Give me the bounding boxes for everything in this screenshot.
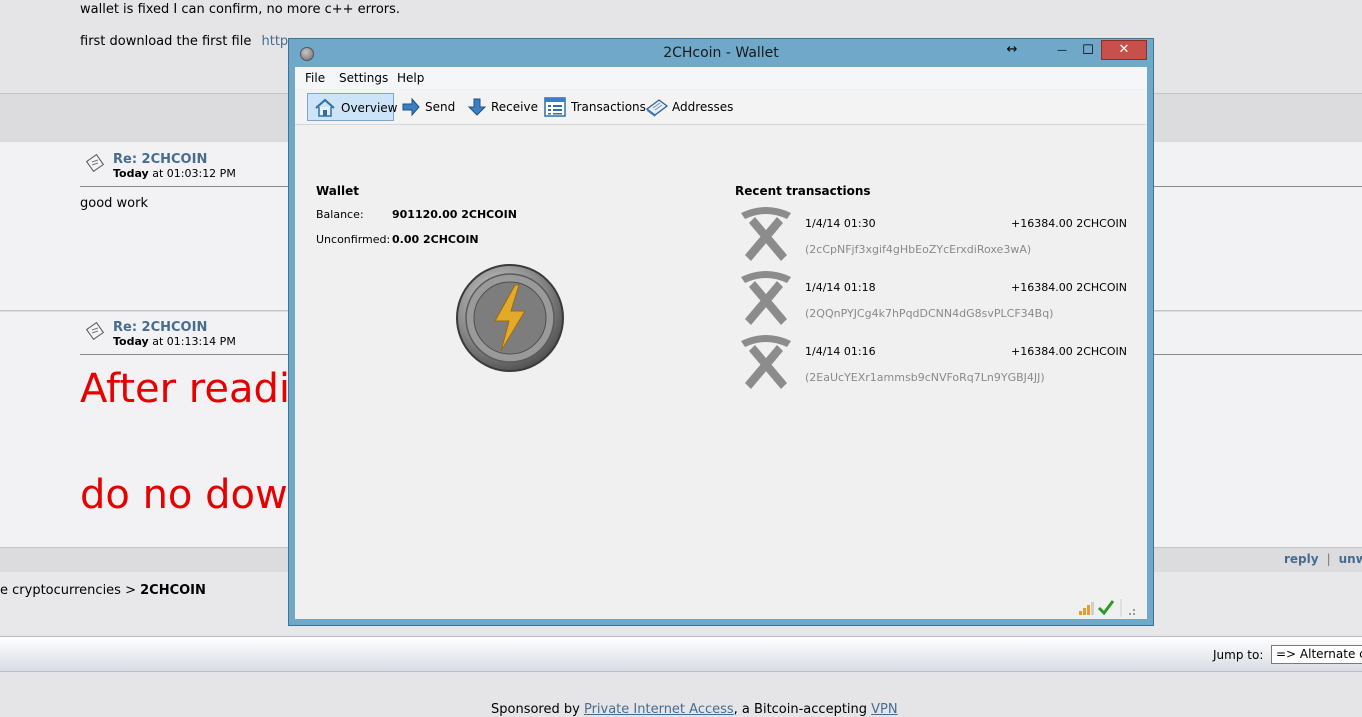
download-link[interactable]: http [261, 34, 288, 49]
post-text: wallet is fixed I can confirm, no more c… [80, 2, 401, 17]
window-client: File Settings Help Overview Send Receive… [295, 67, 1147, 619]
post-date: Today at 01:03:12 PM [113, 167, 236, 180]
post-body: good work [80, 196, 149, 211]
post-actions: reply | unw [1284, 552, 1362, 566]
post-title[interactable]: Re: 2CHCOIN [113, 320, 207, 335]
post-text-lead: first download the first file [80, 34, 252, 49]
balance-label: Balance: [316, 208, 364, 221]
menu-file[interactable]: File [305, 71, 325, 85]
status-icons [1079, 599, 1135, 617]
transaction-date: 1/4/14 01:16 [805, 345, 876, 358]
maximize-button[interactable]: ☐ [1075, 41, 1101, 61]
transaction-address: (2EaUcYEXr1ammsb9cNVFoRq7Ln9YGBJ4JJ) [805, 371, 1045, 384]
mined-pickaxe-icon [741, 207, 791, 261]
transaction-row[interactable]: 1/4/14 01:16 +16384.00 2CHCOIN (2EaUcYEX… [735, 333, 1135, 393]
post-body-large: do no dow [80, 472, 288, 518]
synced-check-icon [1097, 600, 1115, 616]
send-arrow-icon [402, 97, 420, 117]
tab-addresses[interactable]: Addresses [645, 93, 733, 121]
post-title[interactable]: Re: 2CHCOIN [113, 152, 207, 167]
connections-signal-icon [1079, 602, 1094, 615]
recent-transactions-heading: Recent transactions [735, 184, 871, 198]
post-text: first download the first file http [80, 34, 288, 49]
transaction-amount: +16384.00 2CHCOIN [1011, 281, 1127, 294]
mined-pickaxe-icon [741, 335, 791, 389]
post-date: Today at 01:13:14 PM [113, 335, 236, 348]
menu-help[interactable]: Help [397, 71, 424, 85]
transaction-address: (2QQnPYJCg4k7hPqdDCNN4dG8svPLCF34Bq) [805, 307, 1054, 320]
minimize-button[interactable]: — [1049, 41, 1075, 61]
status-bar [295, 595, 1147, 619]
resize-grip-icon [1129, 609, 1135, 615]
sponsor-text: Sponsored by Private Internet Access, a … [491, 702, 898, 717]
reply-link[interactable]: reply [1284, 552, 1319, 566]
coin-logo-icon [456, 264, 564, 372]
transaction-row[interactable]: 1/4/14 01:30 +16384.00 2CHCOIN (2cCpNFjf… [735, 205, 1135, 265]
tab-overview[interactable]: Overview [307, 93, 398, 121]
unconfirmed-value: 0.00 2CHCOIN [392, 233, 479, 246]
breadcrumb: e cryptocurrencies > 2CHCOIN [0, 583, 206, 598]
transaction-row[interactable]: 1/4/14 01:18 +16384.00 2CHCOIN (2QQnPYJC… [735, 269, 1135, 329]
transaction-amount: +16384.00 2CHCOIN [1011, 217, 1127, 230]
mined-pickaxe-icon [741, 271, 791, 325]
jump-bar: Jump to: => Alternate c [0, 636, 1362, 672]
tab-send[interactable]: Send [401, 93, 459, 121]
toolbar: Overview Send Receive Transactions Addre… [295, 90, 1147, 125]
sponsor-link[interactable]: Private Internet Access [584, 702, 734, 717]
wallet-window: 2CHcoin - Wallet ↔ — ☐ ✕ File Settings H… [288, 38, 1154, 626]
vpn-link[interactable]: VPN [871, 702, 897, 717]
post-icon [86, 322, 104, 340]
menu-bar: File Settings Help [295, 67, 1147, 89]
breadcrumb-parent[interactable]: e cryptocurrencies > [0, 583, 140, 598]
resize-icon[interactable]: ↔ [999, 40, 1025, 60]
tab-transactions[interactable]: Transactions [544, 93, 646, 121]
title-bar[interactable]: 2CHcoin - Wallet ↔ — ☐ ✕ [289, 39, 1153, 67]
menu-settings[interactable]: Settings [339, 71, 388, 85]
transactions-list-icon [544, 97, 566, 117]
receive-arrow-icon [467, 98, 487, 116]
jump-select[interactable]: => Alternate c [1271, 645, 1362, 664]
home-icon [315, 98, 335, 117]
transaction-date: 1/4/14 01:18 [805, 281, 876, 294]
unconfirmed-label: Unconfirmed: [316, 233, 391, 246]
transaction-amount: +16384.00 2CHCOIN [1011, 345, 1127, 358]
post-body-large: After readi [80, 366, 290, 412]
transaction-date: 1/4/14 01:30 [805, 217, 876, 230]
address-book-icon [645, 99, 669, 117]
transaction-address: (2cCpNFjf3xgif4gHbEoZYcErxdiRoxe3wA) [805, 243, 1032, 256]
wallet-heading: Wallet [316, 184, 360, 198]
post-icon [86, 154, 104, 172]
unwatch-link[interactable]: unw [1339, 552, 1362, 566]
tab-receive[interactable]: Receive [467, 93, 538, 121]
jump-label: Jump to: [1213, 648, 1264, 662]
close-button[interactable]: ✕ [1101, 40, 1147, 60]
balance-value: 901120.00 2CHCOIN [392, 208, 517, 221]
breadcrumb-current[interactable]: 2CHCOIN [140, 583, 206, 598]
